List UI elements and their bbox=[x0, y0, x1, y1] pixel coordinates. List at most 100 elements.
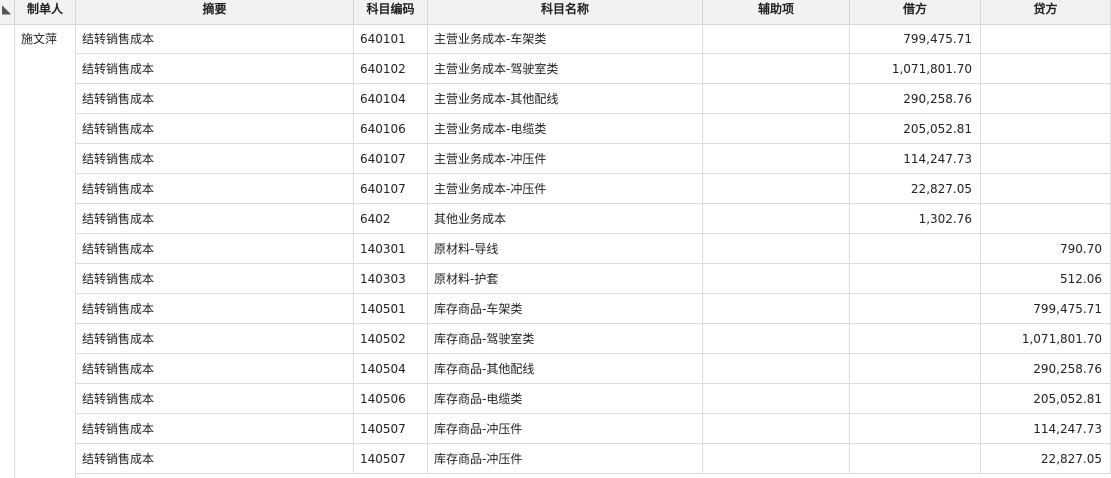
credit-cell[interactable] bbox=[981, 54, 1111, 84]
summary-cell[interactable]: 结转销售成本 bbox=[76, 294, 354, 324]
credit-cell[interactable]: 790.70 bbox=[981, 234, 1111, 264]
table-row[interactable]: 结转销售成本 640107 主营业务成本-冲压件 22,827.05 bbox=[0, 174, 1111, 204]
summary-cell[interactable]: 结转销售成本 bbox=[76, 174, 354, 204]
credit-cell[interactable] bbox=[981, 114, 1111, 144]
credit-cell[interactable] bbox=[981, 174, 1111, 204]
account-name-cell[interactable]: 其他业务成本 bbox=[428, 204, 703, 234]
auxiliary-cell[interactable] bbox=[703, 144, 850, 174]
account-code-cell[interactable]: 140506 bbox=[354, 384, 428, 414]
account-name-cell[interactable]: 原材料-护套 bbox=[428, 264, 703, 294]
credit-cell[interactable]: 205,052.81 bbox=[981, 384, 1111, 414]
debit-cell[interactable]: 22,827.05 bbox=[850, 174, 981, 204]
table-row[interactable]: 结转销售成本 640104 主营业务成本-其他配线 290,258.76 bbox=[0, 84, 1111, 114]
account-code-cell[interactable]: 140303 bbox=[354, 264, 428, 294]
auxiliary-cell[interactable] bbox=[703, 384, 850, 414]
debit-cell[interactable] bbox=[850, 444, 981, 474]
credit-cell[interactable]: 290,258.76 bbox=[981, 354, 1111, 384]
auxiliary-cell[interactable] bbox=[703, 234, 850, 264]
summary-cell[interactable]: 结转销售成本 bbox=[76, 324, 354, 354]
debit-cell[interactable] bbox=[850, 234, 981, 264]
debit-cell[interactable] bbox=[850, 354, 981, 384]
header-credit[interactable]: 贷方 bbox=[981, 0, 1111, 24]
auxiliary-cell[interactable] bbox=[703, 444, 850, 474]
debit-cell[interactable] bbox=[850, 414, 981, 444]
account-code-cell[interactable]: 140507 bbox=[354, 444, 428, 474]
account-name-cell[interactable]: 库存商品-其他配线 bbox=[428, 354, 703, 384]
table-row[interactable]: 结转销售成本 640107 主营业务成本-冲压件 114,247.73 bbox=[0, 144, 1111, 174]
table-row[interactable]: 结转销售成本 640106 主营业务成本-电缆类 205,052.81 bbox=[0, 114, 1111, 144]
account-name-cell[interactable]: 库存商品-冲压件 bbox=[428, 444, 703, 474]
account-name-cell[interactable]: 主营业务成本-电缆类 bbox=[428, 114, 703, 144]
account-code-cell[interactable]: 140507 bbox=[354, 414, 428, 444]
summary-cell[interactable]: 结转销售成本 bbox=[76, 54, 354, 84]
header-account-name[interactable]: 科目名称 bbox=[428, 0, 703, 24]
account-code-cell[interactable]: 140504 bbox=[354, 354, 428, 384]
account-name-cell[interactable]: 库存商品-驾驶室类 bbox=[428, 324, 703, 354]
debit-cell[interactable]: 1,302.76 bbox=[850, 204, 981, 234]
account-code-cell[interactable]: 140301 bbox=[354, 234, 428, 264]
summary-cell[interactable]: 结转销售成本 bbox=[76, 354, 354, 384]
header-summary[interactable]: 摘要 bbox=[76, 0, 354, 24]
debit-cell[interactable]: 1,071,801.70 bbox=[850, 54, 981, 84]
summary-cell[interactable]: 结转销售成本 bbox=[76, 234, 354, 264]
auxiliary-cell[interactable] bbox=[703, 84, 850, 114]
account-code-cell[interactable]: 640102 bbox=[354, 54, 428, 84]
account-code-cell[interactable]: 640107 bbox=[354, 144, 428, 174]
table-row[interactable]: 结转销售成本 140502 库存商品-驾驶室类 1,071,801.70 bbox=[0, 324, 1111, 354]
summary-cell[interactable]: 结转销售成本 bbox=[76, 84, 354, 114]
auxiliary-cell[interactable] bbox=[703, 204, 850, 234]
debit-cell[interactable]: 114,247.73 bbox=[850, 144, 981, 174]
auxiliary-cell[interactable] bbox=[703, 114, 850, 144]
debit-cell[interactable] bbox=[850, 324, 981, 354]
auxiliary-cell[interactable] bbox=[703, 264, 850, 294]
credit-cell[interactable]: 114,247.73 bbox=[981, 414, 1111, 444]
auxiliary-cell[interactable] bbox=[703, 54, 850, 84]
auxiliary-cell[interactable] bbox=[703, 174, 850, 204]
credit-cell[interactable] bbox=[981, 24, 1111, 54]
account-name-cell[interactable]: 主营业务成本-冲压件 bbox=[428, 144, 703, 174]
table-row[interactable]: 结转销售成本 640101 主营业务成本-车架类 799,475.71 bbox=[0, 24, 1111, 54]
credit-cell[interactable] bbox=[981, 84, 1111, 114]
summary-cell[interactable]: 结转销售成本 bbox=[76, 384, 354, 414]
credit-cell[interactable]: 22,827.05 bbox=[981, 444, 1111, 474]
auxiliary-cell[interactable] bbox=[703, 24, 850, 54]
summary-cell[interactable]: 结转销售成本 bbox=[76, 264, 354, 294]
summary-cell[interactable]: 结转销售成本 bbox=[76, 144, 354, 174]
account-name-cell[interactable]: 库存商品-冲压件 bbox=[428, 414, 703, 444]
credit-cell[interactable]: 512.06 bbox=[981, 264, 1111, 294]
table-row[interactable]: 结转销售成本 140507 库存商品-冲压件 22,827.05 bbox=[0, 444, 1111, 474]
table-row[interactable]: 结转销售成本 140501 库存商品-车架类 799,475.71 bbox=[0, 294, 1111, 324]
summary-cell[interactable]: 结转销售成本 bbox=[76, 414, 354, 444]
header-account-code[interactable]: 科目编码 bbox=[354, 0, 428, 24]
account-name-cell[interactable]: 原材料-导线 bbox=[428, 234, 703, 264]
summary-cell[interactable]: 结转销售成本 bbox=[76, 24, 354, 54]
account-code-cell[interactable]: 640104 bbox=[354, 84, 428, 114]
summary-cell[interactable]: 结转销售成本 bbox=[76, 444, 354, 474]
column-resize-marker[interactable]: ◣ bbox=[0, 0, 15, 24]
account-name-cell[interactable]: 库存商品-电缆类 bbox=[428, 384, 703, 414]
auxiliary-cell[interactable] bbox=[703, 294, 850, 324]
table-row[interactable]: 结转销售成本 140506 库存商品-电缆类 205,052.81 bbox=[0, 384, 1111, 414]
table-row[interactable]: 结转销售成本 140504 库存商品-其他配线 290,258.76 bbox=[0, 354, 1111, 384]
debit-cell[interactable]: 799,475.71 bbox=[850, 24, 981, 54]
account-code-cell[interactable]: 140501 bbox=[354, 294, 428, 324]
credit-cell[interactable] bbox=[981, 144, 1111, 174]
account-code-cell[interactable]: 640101 bbox=[354, 24, 428, 54]
account-name-cell[interactable]: 库存商品-车架类 bbox=[428, 294, 703, 324]
debit-cell[interactable]: 205,052.81 bbox=[850, 114, 981, 144]
account-code-cell[interactable]: 140502 bbox=[354, 324, 428, 354]
table-row[interactable]: 结转销售成本 140301 原材料-导线 790.70 bbox=[0, 234, 1111, 264]
credit-cell[interactable]: 1,071,801.70 bbox=[981, 324, 1111, 354]
table-row[interactable]: 结转销售成本 140303 原材料-护套 512.06 bbox=[0, 264, 1111, 294]
debit-cell[interactable]: 290,258.76 bbox=[850, 84, 981, 114]
account-code-cell[interactable]: 640106 bbox=[354, 114, 428, 144]
account-code-cell[interactable]: 640107 bbox=[354, 174, 428, 204]
auxiliary-cell[interactable] bbox=[703, 324, 850, 354]
auxiliary-cell[interactable] bbox=[703, 414, 850, 444]
debit-cell[interactable] bbox=[850, 294, 981, 324]
table-row[interactable]: 结转销售成本 640102 主营业务成本-驾驶室类 1,071,801.70 bbox=[0, 54, 1111, 84]
account-code-cell[interactable]: 6402 bbox=[354, 204, 428, 234]
header-debit[interactable]: 借方 bbox=[850, 0, 981, 24]
credit-cell[interactable] bbox=[981, 204, 1111, 234]
table-row[interactable]: 结转销售成本 6402 其他业务成本 1,302.76 bbox=[0, 204, 1111, 234]
